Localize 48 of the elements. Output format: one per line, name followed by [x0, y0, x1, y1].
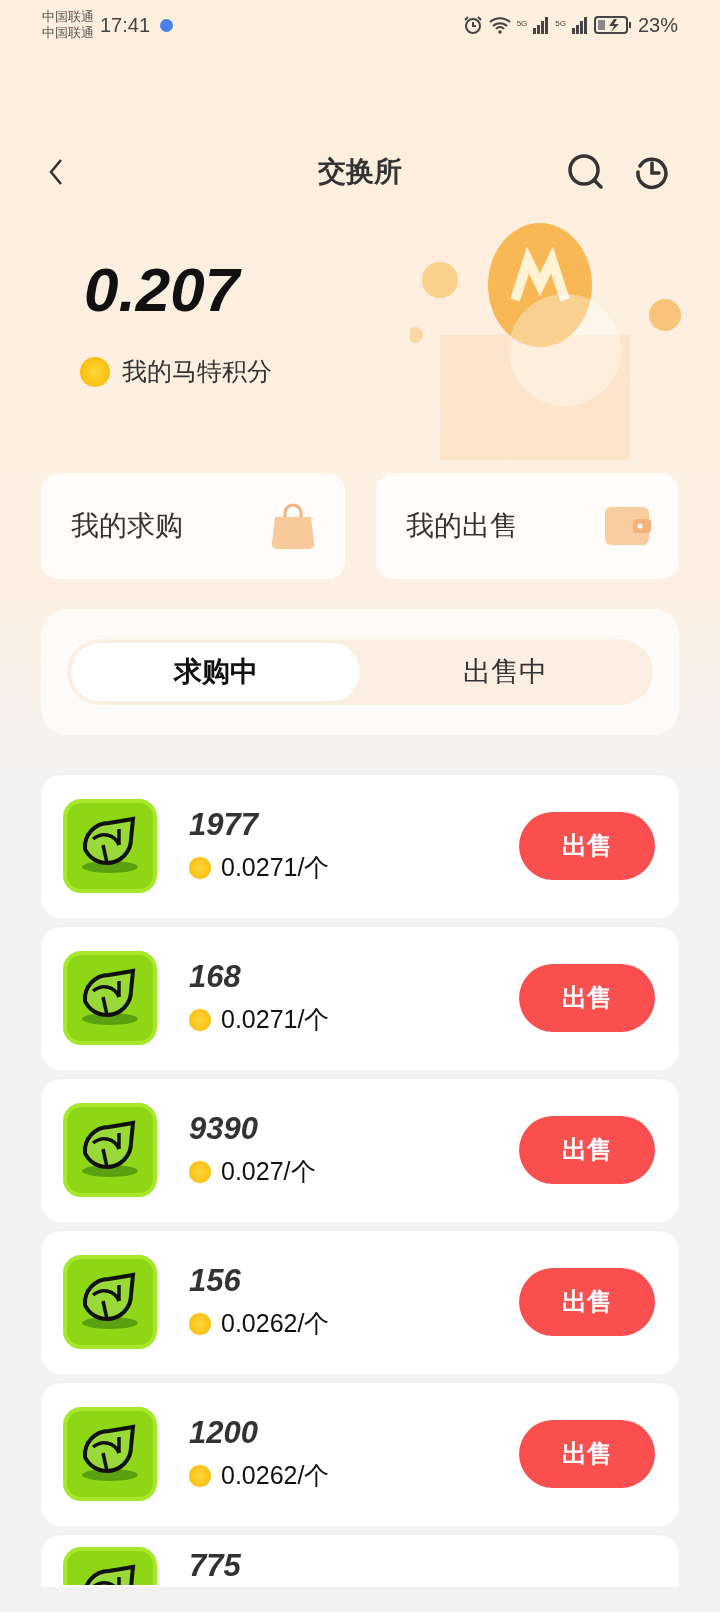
wallet-icon [603, 504, 651, 547]
leaf-logo-icon [63, 799, 157, 893]
points-label: 我的马特积分 [122, 356, 272, 387]
quantity: 1977 [189, 806, 260, 845]
quantity: 775 [189, 1546, 241, 1585]
quantity: 168 [189, 958, 242, 997]
wifi-icon [488, 16, 511, 34]
coin-icon [189, 1313, 211, 1335]
leaf-logo-icon [63, 1255, 157, 1349]
sell-button[interactable]: 出售 [519, 1420, 655, 1488]
unit-price: 0.027/个 [221, 1156, 316, 1188]
unit-price: 0.0271/个 [221, 1004, 330, 1036]
quantity: 9390 [189, 1110, 259, 1149]
quantity: 156 [189, 1262, 242, 1301]
points-balance: 0.207 [84, 255, 243, 325]
carrier-label: 中国联通 [42, 9, 94, 25]
leaf-logo-icon [63, 951, 157, 1045]
tab[interactable]: 求购中 [71, 642, 360, 701]
unit-price: 0.0262/个 [221, 1308, 330, 1340]
shortcut-card[interactable]: 我的求购 [41, 472, 345, 579]
coin-icon [189, 1465, 211, 1487]
signal-icon [533, 16, 550, 34]
sell-button[interactable]: 出售 [519, 1268, 655, 1336]
shortcut-card[interactable]: 我的出售 [375, 472, 679, 579]
carrier-label: 中国联通 [42, 25, 94, 41]
leaf-logo-icon [63, 1546, 157, 1585]
battery-charging-icon [593, 15, 632, 35]
coin-icon [189, 1009, 211, 1031]
unit-price: 0.0262/个 [221, 1460, 330, 1492]
alarm-icon [462, 15, 483, 35]
battery-percent: 23% [637, 13, 678, 38]
unit-price: 0.0271/个 [221, 852, 330, 884]
leaf-logo-icon [63, 1103, 157, 1197]
network-type-label: 5G [516, 18, 528, 30]
signal-icon [571, 16, 588, 34]
tab[interactable]: 出售中 [360, 642, 649, 701]
sell-button[interactable]: 出售 [519, 1116, 655, 1184]
search-button[interactable] [566, 152, 606, 192]
sell-button[interactable]: 出售 [519, 812, 655, 880]
network-type-label: 5G [555, 18, 566, 30]
coin-icon [189, 1161, 211, 1183]
coin-icon [189, 857, 211, 879]
leaf-logo-icon [63, 1407, 157, 1501]
page-title: 交换所 [318, 155, 402, 189]
coin-icon [80, 356, 110, 387]
quantity: 1200 [189, 1414, 259, 1453]
sell-button[interactable]: 出售 [519, 964, 655, 1032]
clock-time: 17:41 [100, 13, 151, 38]
